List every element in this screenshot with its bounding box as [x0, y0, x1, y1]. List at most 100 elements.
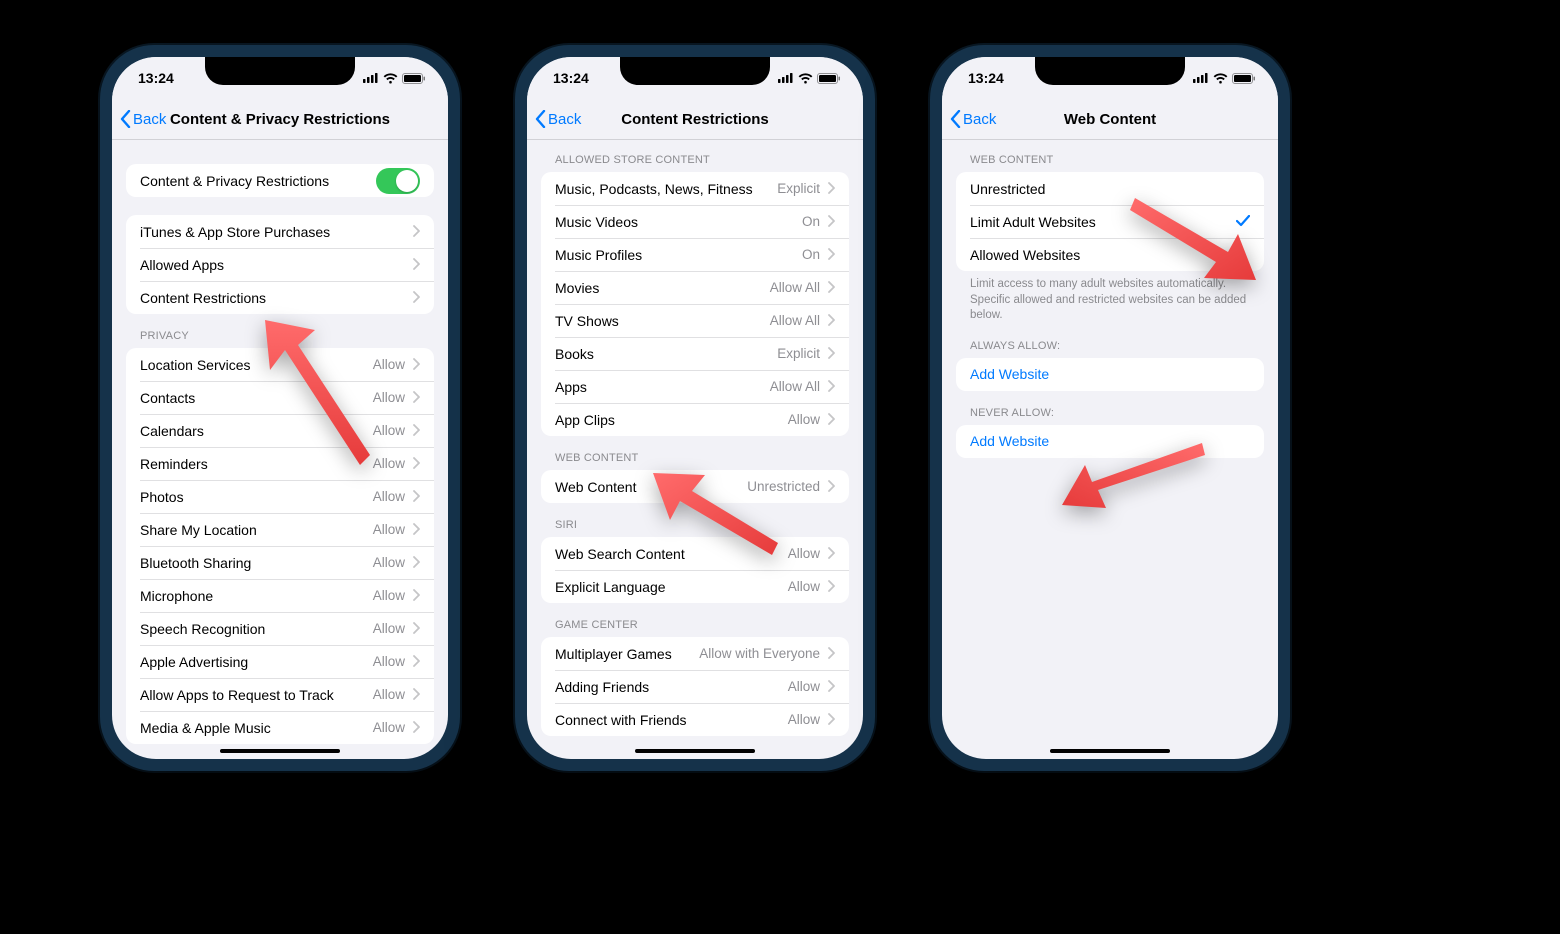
- status-indicators: [1193, 73, 1256, 84]
- row-value: Allow: [788, 546, 820, 561]
- list-row[interactable]: Music ProfilesOn: [541, 238, 849, 271]
- chevron-right-icon: [413, 391, 420, 403]
- nav-bar: Back Web Content: [942, 99, 1278, 140]
- list-row[interactable]: Content Restrictions: [126, 281, 434, 314]
- content-area: Web Content Unrestricted Limit Adult Webs…: [942, 140, 1278, 759]
- row-value: Allow: [788, 412, 820, 427]
- never-allow-group: Add Website: [956, 425, 1264, 458]
- chevron-right-icon: [413, 490, 420, 502]
- list-row[interactable]: Web Search ContentAllow: [541, 537, 849, 570]
- section-header-store: Allowed Store Content: [527, 140, 863, 172]
- list-row[interactable]: Bluetooth SharingAllow: [126, 546, 434, 579]
- row-value: Explicit: [777, 346, 820, 361]
- status-time: 13:24: [553, 70, 589, 86]
- disclosure-icon: [828, 412, 835, 428]
- row-label: Web Content: [555, 479, 747, 495]
- row-value: Allow: [373, 621, 405, 636]
- row-value: Allow All: [770, 313, 820, 328]
- row-label: Unrestricted: [970, 181, 1250, 197]
- row-value: Allow All: [770, 280, 820, 295]
- list-row[interactable]: RemindersAllow: [126, 447, 434, 480]
- list-row[interactable]: ContactsAllow: [126, 381, 434, 414]
- disclosure-icon: [828, 479, 835, 495]
- row-label: iTunes & App Store Purchases: [140, 224, 409, 240]
- list-row[interactable]: Explicit LanguageAllow: [541, 570, 849, 603]
- list-row[interactable]: BooksExplicit: [541, 337, 849, 370]
- list-row[interactable]: MicrophoneAllow: [126, 579, 434, 612]
- chevron-left-icon: [950, 110, 961, 128]
- back-button[interactable]: Back: [950, 110, 996, 128]
- list-row[interactable]: MoviesAllow All: [541, 271, 849, 304]
- chevron-right-icon: [828, 182, 835, 194]
- list-row[interactable]: PhotosAllow: [126, 480, 434, 513]
- store-group: Music, Podcasts, News, FitnessExplicitMu…: [541, 172, 849, 436]
- chevron-right-icon: [413, 424, 420, 436]
- home-indicator: [220, 749, 340, 753]
- list-row[interactable]: Location ServicesAllow: [126, 348, 434, 381]
- list-row[interactable]: App ClipsAllow: [541, 403, 849, 436]
- master-toggle-row[interactable]: Content & Privacy Restrictions: [126, 164, 434, 197]
- list-row[interactable]: iTunes & App Store Purchases: [126, 215, 434, 248]
- wifi-icon: [383, 73, 398, 84]
- list-row[interactable]: TV ShowsAllow All: [541, 304, 849, 337]
- row-label: Music Videos: [555, 214, 802, 230]
- disclosure-icon: [413, 357, 420, 373]
- toggle-on[interactable]: [376, 168, 420, 194]
- back-button[interactable]: Back: [535, 110, 581, 128]
- list-row[interactable]: Allow Apps to Request to TrackAllow: [126, 678, 434, 711]
- chevron-right-icon: [828, 647, 835, 659]
- add-website-never[interactable]: Add Website: [956, 425, 1264, 458]
- section-header-webcontent: Web Content: [942, 140, 1278, 172]
- list-row[interactable]: Connect with FriendsAllow: [541, 703, 849, 736]
- list-row[interactable]: Allowed Apps: [126, 248, 434, 281]
- disclosure-icon: [413, 588, 420, 604]
- nav-bar: Back Content Restrictions: [527, 99, 863, 140]
- back-button[interactable]: Back: [120, 110, 166, 128]
- section-header-web: Web Content: [527, 436, 863, 470]
- list-row[interactable]: Limit Adult Websites: [956, 205, 1264, 238]
- list-row[interactable]: CalendarsAllow: [126, 414, 434, 447]
- chevron-right-icon: [828, 281, 835, 293]
- list-row[interactable]: Speech RecognitionAllow: [126, 612, 434, 645]
- notch: [1035, 57, 1185, 85]
- list-row[interactable]: Share My LocationAllow: [126, 513, 434, 546]
- notch: [205, 57, 355, 85]
- list-row[interactable]: Music VideosOn: [541, 205, 849, 238]
- row-value: Allow: [373, 489, 405, 504]
- row-label: Add Website: [970, 433, 1250, 449]
- row-value: Explicit: [777, 181, 820, 196]
- list-row[interactable]: Unrestricted: [956, 172, 1264, 205]
- nav-bar: Back Content & Privacy Restrictions: [112, 99, 448, 140]
- row-label: Contacts: [140, 390, 373, 406]
- row-label: Multiplayer Games: [555, 646, 699, 662]
- disclosure-icon: [413, 456, 420, 472]
- row-label: Add Website: [970, 366, 1250, 382]
- list-row[interactable]: Apple AdvertisingAllow: [126, 645, 434, 678]
- status-indicators: [363, 73, 426, 84]
- phone-2: 13:24 Back Content Restrictions Allowed …: [515, 45, 875, 771]
- disclosure-icon: [828, 679, 835, 695]
- list-row[interactable]: Web ContentUnrestricted: [541, 470, 849, 503]
- home-indicator: [1050, 749, 1170, 753]
- list-row[interactable]: Allowed Websites: [956, 238, 1264, 271]
- list-row[interactable]: AppsAllow All: [541, 370, 849, 403]
- status-time: 13:24: [968, 70, 1004, 86]
- row-label: App Clips: [555, 412, 788, 428]
- row-label: Allow Apps to Request to Track: [140, 687, 373, 703]
- chevron-right-icon: [828, 480, 835, 492]
- disclosure-icon: [413, 390, 420, 406]
- row-label: Location Services: [140, 357, 373, 373]
- list-row[interactable]: Media & Apple MusicAllow: [126, 711, 434, 744]
- row-label: Microphone: [140, 588, 373, 604]
- web-group: Web ContentUnrestricted: [541, 470, 849, 503]
- row-label: Music Profiles: [555, 247, 802, 263]
- list-row[interactable]: Multiplayer GamesAllow with Everyone: [541, 637, 849, 670]
- list-row[interactable]: Music, Podcasts, News, FitnessExplicit: [541, 172, 849, 205]
- add-website-always[interactable]: Add Website: [956, 358, 1264, 391]
- chevron-right-icon: [828, 347, 835, 359]
- phone-3: 13:24 Back Web Content Web Content Unres…: [930, 45, 1290, 771]
- row-label: Content Restrictions: [140, 290, 409, 306]
- list-row[interactable]: Adding FriendsAllow: [541, 670, 849, 703]
- disclosure-icon: [828, 379, 835, 395]
- row-value: Allow: [788, 712, 820, 727]
